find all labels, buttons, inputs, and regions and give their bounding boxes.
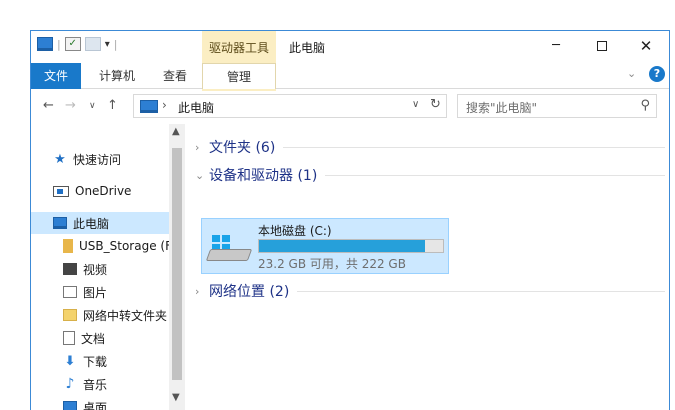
search-input[interactable]: 搜索"此电脑" ⚲ <box>457 94 657 118</box>
desktop-icon <box>63 401 77 410</box>
maximize-button[interactable] <box>587 35 617 57</box>
group-header-folders[interactable]: › 文件夹 (6) <box>195 136 665 158</box>
scrollbar-thumb[interactable] <box>172 148 182 380</box>
search-placeholder: 搜索"此电脑" <box>466 101 538 115</box>
disk-usage-fill <box>259 240 425 252</box>
search-icon[interactable]: ⚲ <box>640 98 650 113</box>
window-title: 此电脑 <box>289 41 326 55</box>
computer-icon <box>53 217 67 229</box>
refresh-icon[interactable]: ↻ <box>430 97 441 112</box>
onedrive-icon <box>53 185 69 197</box>
music-icon: ♪ <box>65 376 75 392</box>
group-title: 网络位置 (2) <box>209 284 290 300</box>
nav-pane-scrollbar[interactable]: ▲ ▼ <box>169 124 185 410</box>
nav-item-label: 下载 <box>83 354 108 369</box>
up-arrow-icon[interactable]: ↑ <box>107 98 118 113</box>
chevron-down-icon: ⌄ <box>195 168 205 182</box>
chevron-right-icon: › <box>195 284 200 298</box>
title-bar: | ✓ ▾ | 驱动器工具 此电脑 ─ ✕ <box>31 31 669 91</box>
nav-item-label: OneDrive <box>75 184 132 198</box>
nav-item-label: 此电脑 <box>73 216 110 231</box>
nav-item-label: 文档 <box>81 331 106 346</box>
group-divider <box>325 174 665 176</box>
breadcrumb-separator-icon[interactable]: › <box>162 98 167 112</box>
content-pane: › 文件夹 (6) ⌄ 设备和驱动器 (1) 本地磁盘 (C:) 23.2 GB… <box>191 124 669 410</box>
pictures-icon <box>63 286 77 298</box>
nav-item-label: USB_Storage (F <box>79 239 172 253</box>
navigation-pane: ★ 快速访问 OneDrive 此电脑 USB_Storage (F 视频 图片… <box>31 124 185 410</box>
group-divider <box>297 290 665 292</box>
tab-manage[interactable]: 管理 <box>202 63 276 89</box>
expand-ribbon-chevron-icon[interactable]: ⌄ <box>627 67 636 80</box>
scroll-up-icon[interactable]: ▲ <box>172 126 180 137</box>
customize-toolbar-dropdown-icon[interactable]: ▾ <box>105 39 110 50</box>
drive-tile-c[interactable]: 本地磁盘 (C:) 23.2 GB 可用，共 222 GB <box>201 218 449 274</box>
group-title: 设备和驱动器 (1) <box>209 168 318 184</box>
drive-tools-context-label: 驱动器工具 <box>208 41 269 55</box>
address-bar[interactable]: › 此电脑 ∨ ↻ <box>133 94 447 118</box>
hard-disk-icon <box>205 249 253 261</box>
quick-access-toolbar: | ✓ ▾ | <box>37 37 117 51</box>
chevron-right-icon: › <box>195 140 200 154</box>
group-title: 文件夹 (6) <box>209 140 276 156</box>
minimize-button[interactable]: ─ <box>541 35 571 57</box>
explorer-window: | ✓ ▾ | 驱动器工具 此电脑 ─ ✕ 文件 计算机 查看 管理 ⌄ ? ←… <box>30 30 670 410</box>
scroll-down-icon[interactable]: ▼ <box>172 392 180 403</box>
nav-item-label: 音乐 <box>83 377 108 392</box>
properties-icon[interactable]: ✓ <box>64 37 81 51</box>
tab-file[interactable]: 文件 <box>31 63 81 89</box>
computer-icon[interactable] <box>37 37 53 51</box>
back-arrow-icon[interactable]: ← <box>43 98 54 113</box>
maximize-icon <box>597 40 607 51</box>
star-icon: ★ <box>54 151 66 167</box>
nav-item-label: 快速访问 <box>73 152 122 167</box>
tab-view[interactable]: 查看 <box>163 63 187 89</box>
toolbar-separator: | <box>113 37 118 51</box>
tab-computer[interactable]: 计算机 <box>99 63 135 89</box>
usb-drive-icon <box>63 239 73 253</box>
close-button[interactable]: ✕ <box>631 35 661 57</box>
address-row: ← → ∨ ↑ › 此电脑 ∨ ↻ 搜索"此电脑" ⚲ <box>31 90 669 124</box>
video-icon <box>63 263 77 275</box>
folder-icon <box>63 309 77 321</box>
recent-locations-chevron-icon[interactable]: ∨ <box>89 101 96 111</box>
new-folder-icon[interactable] <box>84 37 101 51</box>
disk-usage-bar <box>258 239 444 253</box>
drive-name: 本地磁盘 (C:) <box>258 224 332 238</box>
nav-item-label: 图片 <box>83 285 108 300</box>
ribbon-tabs: 文件 计算机 查看 管理 <box>31 61 669 89</box>
nav-item-label: 网络中转文件夹 <box>83 308 168 323</box>
download-icon: ⬇ <box>64 353 76 369</box>
address-dropdown-icon[interactable]: ∨ <box>412 99 419 110</box>
nav-item-label: 视频 <box>83 262 108 277</box>
documents-icon <box>63 331 75 345</box>
drive-free-space: 23.2 GB 可用，共 222 GB <box>258 257 406 271</box>
forward-arrow-icon[interactable]: → <box>65 98 76 113</box>
help-icon[interactable]: ? <box>649 66 665 82</box>
local-disk-icon <box>205 233 253 265</box>
group-header-network-locations[interactable]: › 网络位置 (2) <box>195 280 665 302</box>
group-divider <box>283 146 665 148</box>
group-header-devices-drives[interactable]: ⌄ 设备和驱动器 (1) <box>195 164 665 186</box>
breadcrumb[interactable]: 此电脑 <box>178 99 214 116</box>
toolbar-separator: | <box>57 37 61 51</box>
nav-item-label: 桌面 <box>83 400 108 410</box>
computer-icon <box>140 100 158 113</box>
nav-item-this-pc[interactable]: 此电脑 <box>31 212 169 234</box>
